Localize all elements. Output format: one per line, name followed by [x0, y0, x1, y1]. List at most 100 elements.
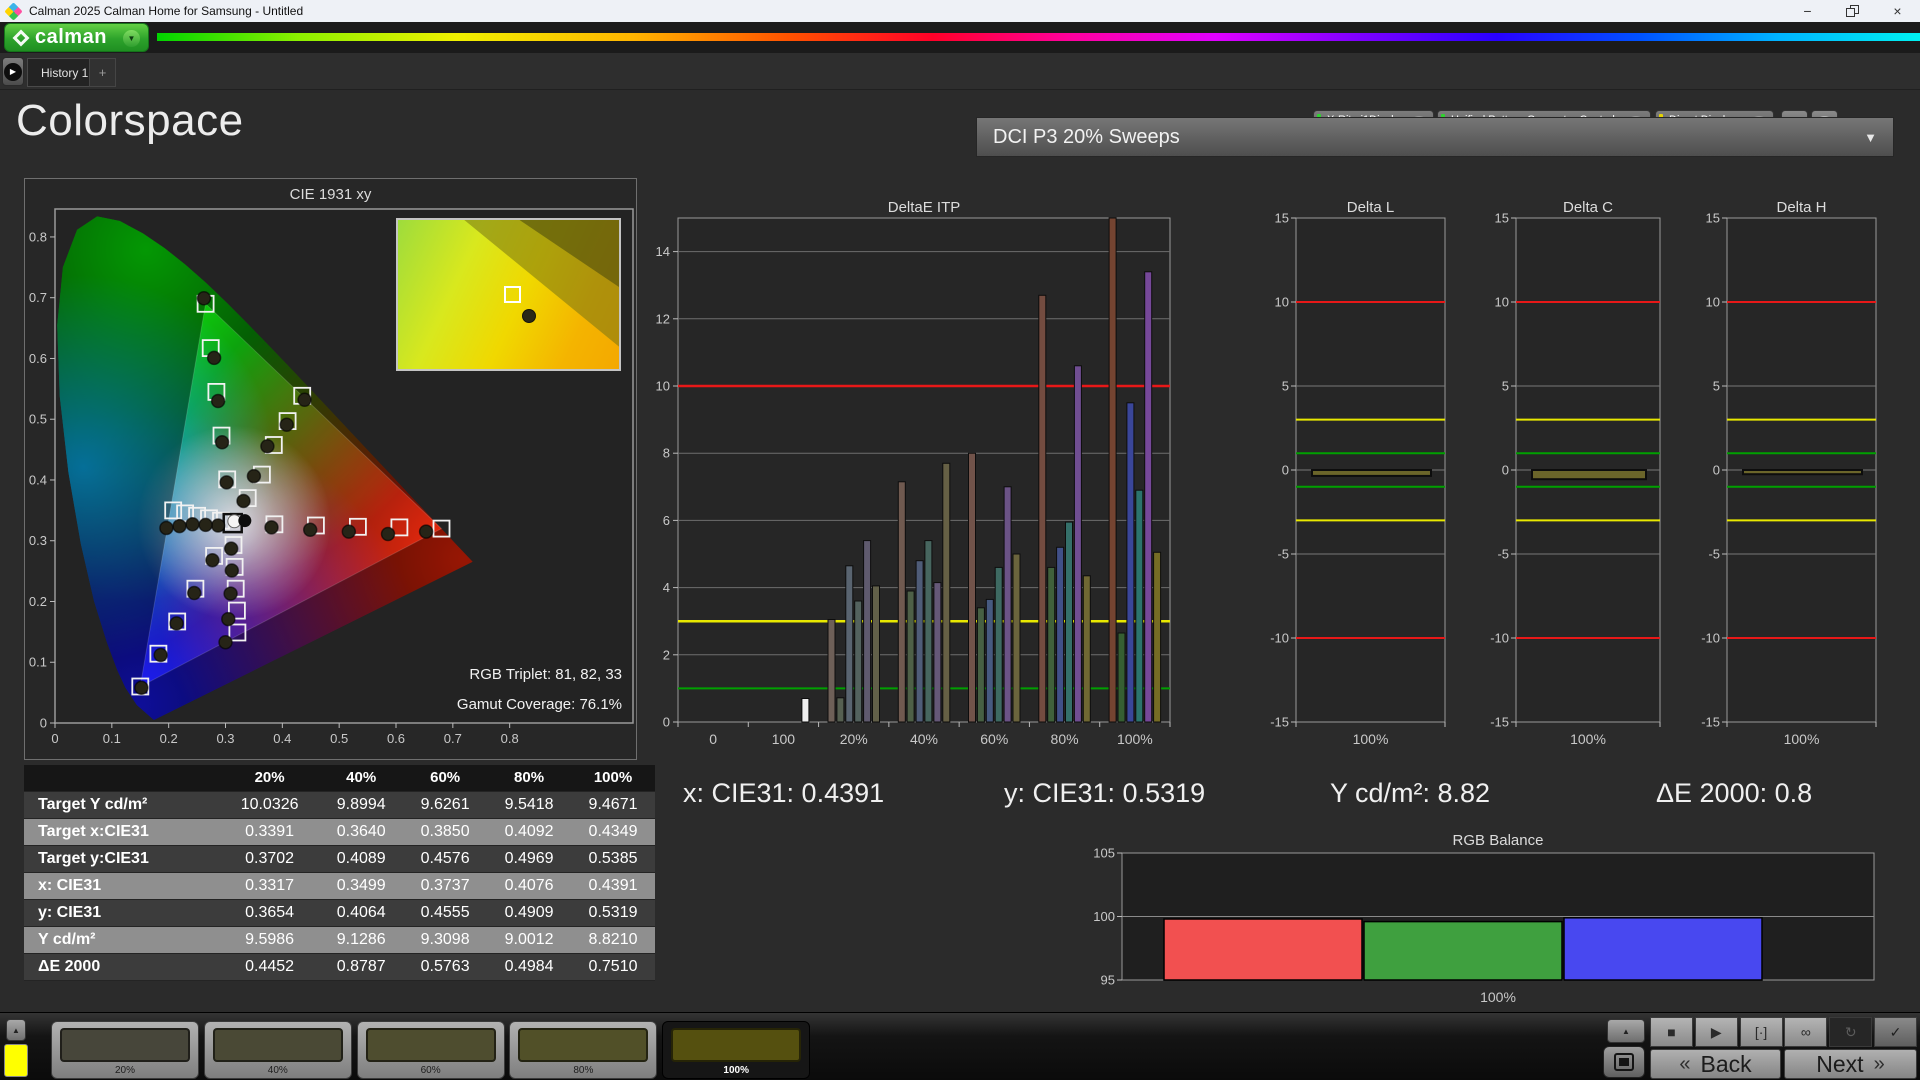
svg-text:15: 15 [1275, 211, 1289, 226]
svg-text:100%: 100% [1480, 989, 1516, 1005]
measure-stop-button[interactable] [1603, 1046, 1645, 1078]
svg-text:0: 0 [1282, 463, 1289, 478]
svg-text:-15: -15 [1490, 715, 1509, 730]
svg-text:15: 15 [1706, 211, 1720, 226]
patch-swatch-100%[interactable]: 100% [662, 1021, 810, 1079]
svg-text:0.1: 0.1 [103, 731, 121, 746]
svg-text:4: 4 [663, 580, 670, 595]
calman-logo-icon [13, 29, 30, 46]
measured-point [222, 613, 235, 626]
measured-point [220, 476, 233, 489]
table-cell: 0.4576 [403, 845, 487, 872]
table-cell: 0.3737 [403, 872, 487, 899]
confirm-button[interactable]: ✓ [1874, 1017, 1917, 1047]
delta-h-chart: 151050-5-10-15100% [1693, 196, 1883, 760]
svg-text:0.3: 0.3 [29, 533, 47, 548]
play-button[interactable]: ▶ [1695, 1017, 1738, 1047]
table-cell: 0.3499 [319, 872, 403, 899]
restore-button[interactable] [1830, 0, 1875, 22]
patch-swatch-20%[interactable]: 20% [51, 1021, 199, 1079]
table-cell: 0.7510 [571, 953, 655, 980]
minimize-button[interactable]: − [1785, 0, 1830, 22]
window-title: Calman 2025 Calman Home for Samsung - Un… [29, 4, 303, 18]
bottom-toolbar: ▲ 20% 40%60%80% 100% ▲ ■ ▶ [·] ∞ ↻✓ « Back Nex… [0, 1012, 1920, 1080]
measured-point [225, 542, 238, 555]
deltae-bar [934, 583, 941, 722]
refresh-button[interactable]: ↻ [1829, 1017, 1872, 1047]
deltae-bar [969, 453, 976, 722]
transport-up-button[interactable]: ▲ [1607, 1019, 1645, 1043]
patch-swatch-60%[interactable]: 60% [357, 1021, 505, 1079]
continuous-button[interactable]: ∞ [1784, 1017, 1827, 1047]
measured-point [304, 523, 317, 536]
deltae-bar [1083, 576, 1090, 722]
cie-zoom-inset [396, 218, 621, 371]
measured-point [420, 525, 433, 538]
calman-menu-button[interactable]: calman ▼ [4, 23, 149, 52]
svg-text:0.5: 0.5 [330, 731, 348, 746]
deltae-bar [1118, 633, 1125, 722]
row-label: Y cd/m² [24, 926, 220, 953]
play-icon: ▶ [1711, 1024, 1722, 1041]
measured-point [265, 521, 278, 534]
column-header: 80% [487, 765, 571, 791]
deltae-bar [864, 541, 871, 722]
swatch-label: 100% [663, 1065, 809, 1076]
continuous-icon: ∞ [1801, 1024, 1811, 1040]
calman-logo-text: calman [35, 26, 107, 49]
svg-text:0.7: 0.7 [444, 731, 462, 746]
readout-3: Y cd/m²: 8.82 [1330, 778, 1490, 809]
svg-text:6: 6 [663, 513, 670, 528]
next-button[interactable]: Next » [1784, 1049, 1917, 1079]
deltae-bar [1048, 567, 1055, 722]
app-window: Calman 2025 Calman Home for Samsung - Un… [0, 0, 1920, 1080]
measured-point [154, 649, 167, 662]
deltae-bar [1013, 554, 1020, 722]
swatch-label: 20% [52, 1065, 198, 1076]
chevron-down-icon: ▼ [1864, 130, 1877, 145]
svg-text:0.8: 0.8 [29, 229, 47, 244]
svg-text:105: 105 [1093, 846, 1115, 861]
measured-point [212, 395, 225, 408]
deltae-bar [855, 601, 862, 722]
svg-text:0: 0 [709, 731, 717, 747]
swatch-color-chip [518, 1028, 648, 1062]
delta-c-chart: 151050-5-10-15100% [1482, 196, 1672, 760]
svg-text:0.3: 0.3 [216, 731, 234, 746]
patch-swatch-80%[interactable]: 80% [509, 1021, 657, 1079]
swatch-color-chip [60, 1028, 190, 1062]
deltae-bar [898, 482, 905, 722]
add-tab-button[interactable]: + [89, 58, 116, 87]
chevron-down-icon[interactable]: ▼ [123, 30, 140, 47]
deltae-bar [846, 566, 853, 722]
measured-point [298, 393, 311, 406]
table-cell: 9.0012 [487, 926, 571, 953]
pattern-button[interactable]: [·] [1740, 1017, 1783, 1047]
chevrons-right-icon: » [1874, 1053, 1885, 1076]
stop-icon [1614, 1053, 1634, 1071]
row-label: y: CIE31 [24, 899, 220, 926]
column-header: 20% [220, 765, 319, 791]
svg-text:-5: -5 [1708, 547, 1720, 562]
tab-scroll-button[interactable]: ▶ [2, 57, 24, 86]
measured-point [212, 519, 225, 532]
svg-text:0.6: 0.6 [387, 731, 405, 746]
rgb-balance-bar-blue [1564, 918, 1762, 980]
rgb-balance-chart: 10510095100% [1088, 830, 1900, 1008]
svg-text:2: 2 [663, 647, 670, 662]
table-cell: 0.8787 [319, 953, 403, 980]
row-label: x: CIE31 [24, 872, 220, 899]
table-cell: 0.4391 [571, 872, 655, 899]
patch-swatch-40%[interactable]: 40% [204, 1021, 352, 1079]
svg-text:-10: -10 [1701, 631, 1720, 646]
swatch-color-chip [671, 1028, 801, 1062]
column-header: 40% [319, 765, 403, 791]
patch-list-up-button[interactable]: ▲ [6, 1019, 26, 1041]
stop-button[interactable]: ■ [1650, 1017, 1693, 1047]
deltae-itp-chart: 010020%40%60%80%100%14121086420 [648, 196, 1250, 760]
swatch-color-chip [213, 1028, 343, 1062]
back-button[interactable]: « Back [1650, 1049, 1781, 1079]
close-button[interactable]: × [1875, 0, 1920, 22]
table-cell: 0.4349 [571, 818, 655, 845]
layout-dropdown[interactable]: DCI P3 20% Sweeps ▼ [976, 117, 1894, 157]
